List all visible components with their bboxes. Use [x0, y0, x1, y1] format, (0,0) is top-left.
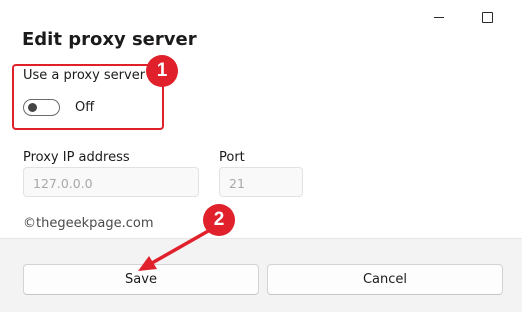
edit-proxy-dialog: Edit proxy server Use a proxy server Off…: [0, 0, 522, 312]
save-button[interactable]: Save: [23, 264, 259, 295]
maximize-button[interactable]: [464, 0, 510, 34]
watermark-text: ©thegeekpage.com: [23, 216, 154, 231]
step-badge-2: 2: [203, 204, 235, 236]
proxy-ip-label: Proxy IP address: [23, 150, 130, 165]
dialog-title: Edit proxy server: [22, 29, 197, 50]
maximize-icon: [481, 11, 493, 23]
minimize-button[interactable]: [416, 0, 462, 34]
port-label: Port: [219, 150, 245, 165]
highlight-box: [12, 64, 164, 130]
proxy-ip-input[interactable]: 127.0.0.0: [23, 167, 199, 197]
step-badge-1: 1: [146, 55, 178, 87]
port-input[interactable]: 21: [219, 167, 303, 197]
cancel-button[interactable]: Cancel: [267, 264, 503, 295]
proxy-ip-placeholder: 127.0.0.0: [33, 176, 93, 191]
port-placeholder: 21: [229, 176, 245, 191]
minimize-icon: [434, 16, 444, 18]
